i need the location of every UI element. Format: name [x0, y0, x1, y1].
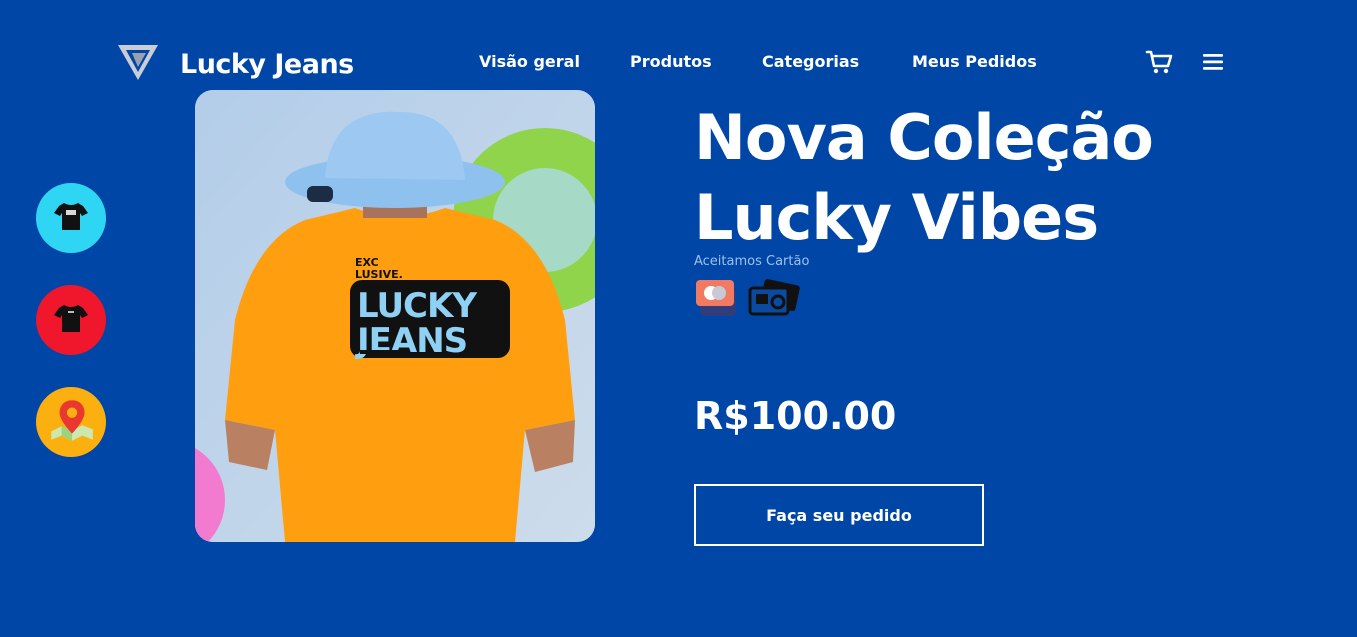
sidebar-item-tshirt-1[interactable] — [36, 183, 106, 253]
sidebar-item-location[interactable] — [36, 387, 106, 457]
svg-text:LUCKY: LUCKY — [357, 286, 477, 326]
nav-link-categories[interactable]: Categorias — [762, 52, 859, 71]
logo-icon — [116, 42, 160, 86]
payment-note: Aceitamos Cartão — [694, 254, 810, 269]
payment-methods — [696, 278, 802, 322]
sidebar-item-tshirt-2[interactable] — [36, 285, 106, 355]
credit-card-icon — [696, 278, 738, 322]
map-pin-icon — [45, 394, 97, 450]
svg-text:LUSIVE.: LUSIVE. — [355, 268, 403, 281]
product-price: R$100.00 — [694, 394, 897, 438]
svg-text:JEANS: JEANS — [355, 321, 467, 361]
brand-name: Lucky Jeans — [180, 48, 354, 80]
cards-stack-icon — [748, 278, 802, 322]
cart-icon[interactable] — [1145, 48, 1173, 76]
black-tshirt-icon — [51, 196, 91, 240]
logo[interactable]: Lucky Jeans — [116, 42, 354, 86]
hero-title-line-2: Lucky Vibes — [694, 181, 1099, 254]
nav-link-products[interactable]: Produtos — [630, 52, 712, 71]
nav-link-overview[interactable]: Visão geral — [479, 52, 580, 71]
black-tshirt-icon — [51, 298, 91, 342]
hero-title: Nova Coleção Lucky Vibes — [694, 98, 1294, 258]
place-order-button[interactable]: Faça seu pedido — [694, 484, 984, 546]
product-hero-image: EXC LUSIVE. LUCKY JEANS — [195, 90, 595, 542]
hero-title-line-1: Nova Coleção — [694, 101, 1154, 174]
nav-link-my-orders[interactable]: Meus Pedidos — [912, 52, 1037, 71]
menu-icon[interactable] — [1201, 50, 1225, 74]
